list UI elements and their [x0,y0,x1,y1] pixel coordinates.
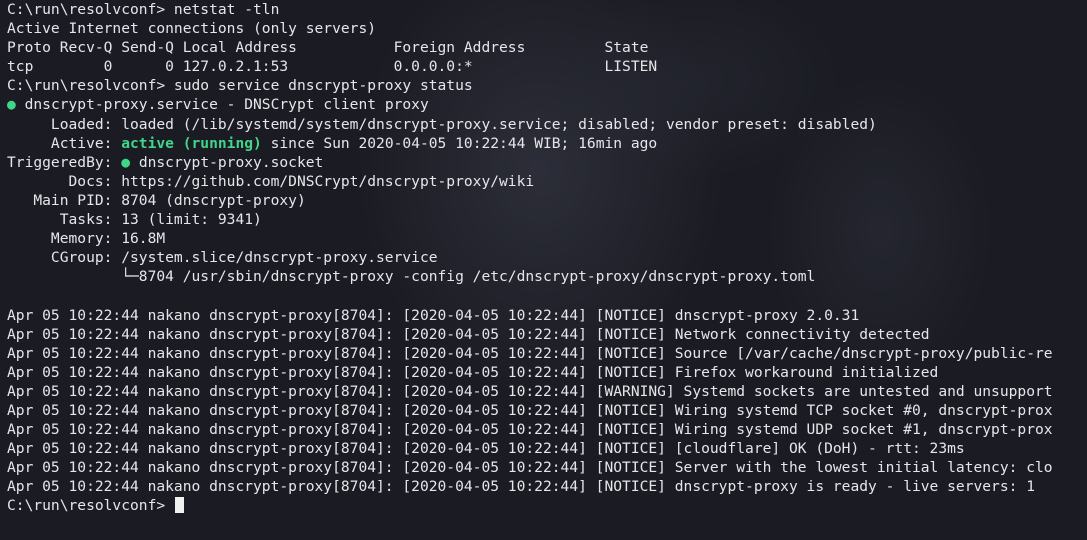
text-cursor[interactable] [174,497,184,514]
command-line: C:\run\resolvconf> netstat -tln [7,1,280,18]
netstat-title: Active Internet connections (only server… [7,20,377,38]
command-line: C:\run\resolvconf> sudo service dnscrypt… [7,77,473,95]
terminal-output: C:\run\resolvconf> netstat -tln Active I… [7,0,1087,516]
mainpid-line: Main PID: 8704 (dnscrypt-proxy) [7,191,306,209]
socket-dot-icon: ● [121,153,131,171]
log-line: Apr 05 10:22:44 nakano dnscrypt-proxy[87… [7,401,1053,419]
triggered-label: TriggeredBy: [7,153,122,171]
loaded-line: Loaded: loaded (/lib/systemd/system/dnsc… [7,115,877,133]
netstat-row: tcp 0 0 127.0.2.1:53 0.0.0.0:* LISTEN [7,58,658,76]
log-line: Apr 05 10:22:44 nakano dnscrypt-proxy[87… [7,325,930,343]
memory-line: Memory: 16.8M [7,230,166,248]
cgroup-process-line: └─8704 /usr/sbin/dnscrypt-proxy -config … [7,268,816,286]
log-line: Apr 05 10:22:44 nakano dnscrypt-proxy[87… [7,459,1053,477]
log-line: Apr 05 10:22:44 nakano dnscrypt-proxy[87… [7,306,860,324]
terminal-window[interactable]: C:\run\resolvconf> netstat -tln Active I… [0,0,1087,540]
active-state: active (running) [121,134,262,152]
triggered-socket: dnscrypt-proxy.socket [130,153,324,171]
unit-line: ● dnscrypt-proxy.service - DNSCrypt clie… [7,95,1087,114]
active-label: Active: [7,134,122,152]
log-line: Apr 05 10:22:44 nakano dnscrypt-proxy[87… [7,363,939,381]
prompt-line[interactable]: C:\run\resolvconf> [7,496,1087,515]
log-line: Apr 05 10:22:44 nakano dnscrypt-proxy[87… [7,382,1053,400]
active-since: since Sun 2020-04-05 10:22:44 WIB; 16min… [261,134,658,152]
status-dot-icon: ● [7,96,16,114]
log-line: Apr 05 10:22:44 nakano dnscrypt-proxy[87… [7,440,965,458]
log-line: Apr 05 10:22:44 nakano dnscrypt-proxy[87… [7,344,1053,362]
prompt-text: C:\run\resolvconf> [7,497,174,515]
unit-description: dnscrypt-proxy.service - DNSCrypt client… [15,96,429,114]
cgroup-line: CGroup: /system.slice/dnscrypt-proxy.ser… [7,249,438,267]
tasks-line: Tasks: 13 (limit: 9341) [7,211,262,229]
netstat-header: Proto Recv-Q Send-Q Local Address Foreig… [7,39,649,57]
log-line: Apr 05 10:22:44 nakano dnscrypt-proxy[87… [7,421,1053,439]
log-line: Apr 05 10:22:44 nakano dnscrypt-proxy[87… [7,478,1035,496]
active-line: Active: active (running) since Sun 2020-… [7,134,1087,153]
triggered-line: TriggeredBy: ● dnscrypt-proxy.socket [7,153,1087,172]
docs-line: Docs: https://github.com/DNSCrypt/dnscry… [7,172,535,190]
